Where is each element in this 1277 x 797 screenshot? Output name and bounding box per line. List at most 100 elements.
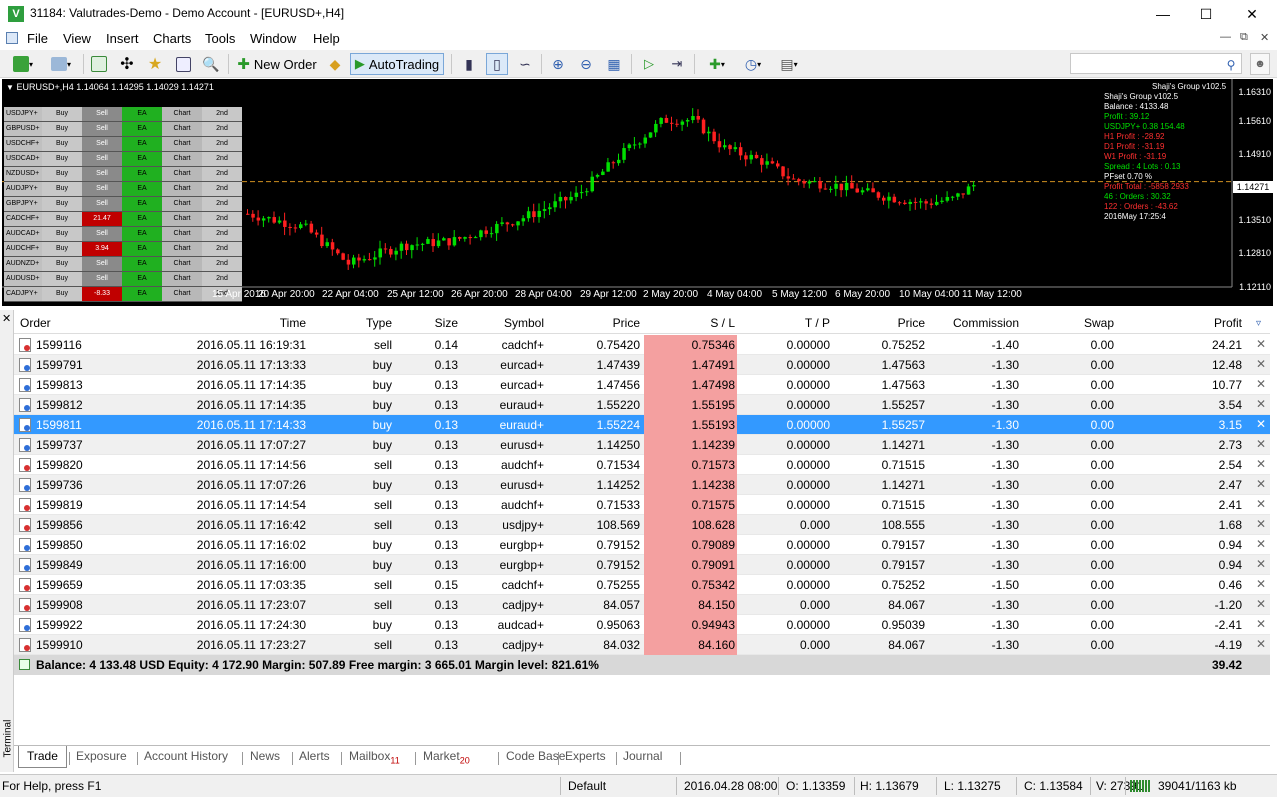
col-price[interactable]: Price (613, 316, 640, 330)
close-order-icon[interactable]: ✕ (1256, 397, 1266, 411)
pair-buy-button[interactable]: Buy (42, 272, 82, 286)
pair-2nd-button[interactable]: 2nd (202, 122, 242, 136)
pair-ea-button[interactable]: EA (122, 107, 162, 121)
pair-sell-button[interactable]: Sell (82, 182, 122, 196)
table-row[interactable]: 1599659 2016.05.11 17:03:35 sell 0.15 cadchf… (14, 575, 1270, 595)
pair-2nd-button[interactable]: 2nd (202, 212, 242, 226)
zoom-in-button[interactable]: ⊕ (547, 53, 569, 75)
pair-buy-button[interactable]: Buy (42, 152, 82, 166)
zoom-out-button[interactable]: ⊖ (575, 53, 597, 75)
pair-sell-button[interactable]: Sell (82, 107, 122, 121)
table-row[interactable]: 1599856 2016.05.11 17:16:42 sell 0.13 usdjpy… (14, 515, 1270, 535)
close-order-icon[interactable]: ✕ (1256, 557, 1266, 571)
line-chart-button[interactable]: ∽ (514, 53, 536, 75)
menu-insert[interactable]: Insert (106, 31, 139, 46)
pair-buy-button[interactable]: Buy (42, 137, 82, 151)
account-button[interactable]: ☻ (1250, 53, 1270, 75)
col-time[interactable]: Time (280, 316, 306, 330)
pair-chart-button[interactable]: Chart (162, 272, 202, 286)
pair-sell-button[interactable]: Sell (82, 257, 122, 271)
tab-experts[interactable]: Experts (565, 749, 606, 763)
candlestick-button[interactable]: ▯ (486, 53, 508, 75)
col-order[interactable]: Order (20, 316, 51, 330)
pair-buy-button[interactable]: Buy (42, 182, 82, 196)
table-row[interactable]: 1599849 2016.05.11 17:16:00 buy 0.13 eurgbp+… (14, 555, 1270, 575)
auto-scroll-button[interactable]: ▷ (638, 53, 660, 75)
pair-buy-button[interactable]: Buy (42, 212, 82, 226)
metaeditor-button[interactable]: ◆ (324, 53, 346, 75)
chart-window[interactable]: ▼ EURUSD+,H4 1.14064 1.14295 1.14029 1.1… (2, 79, 1273, 306)
pair-2nd-button[interactable]: 2nd (202, 197, 242, 211)
autotrading-button[interactable]: ▶ AutoTrading (350, 53, 444, 75)
menu-file[interactable]: File (27, 31, 48, 46)
pair-sell-button[interactable]: -8.33 (82, 287, 122, 301)
pair-ea-button[interactable]: EA (122, 167, 162, 181)
profiles-button[interactable]: ▾ (44, 53, 78, 75)
close-order-icon[interactable]: ✕ (1256, 337, 1266, 351)
close-order-icon[interactable]: ✕ (1256, 457, 1266, 471)
table-row[interactable]: 1599736 2016.05.11 17:07:26 buy 0.13 eurusd+… (14, 475, 1270, 495)
pair-chart-button[interactable]: Chart (162, 122, 202, 136)
search-input[interactable] (1070, 53, 1242, 74)
table-row[interactable]: 1599791 2016.05.11 17:13:33 buy 0.13 eurcad+… (14, 355, 1270, 375)
close-order-icon[interactable]: ✕ (1256, 637, 1266, 651)
close-order-icon[interactable]: ✕ (1256, 517, 1266, 531)
col-sl[interactable]: S / L (710, 316, 735, 330)
pair-ea-button[interactable]: EA (122, 212, 162, 226)
close-order-icon[interactable]: ✕ (1256, 477, 1266, 491)
pair-2nd-button[interactable]: 2nd (202, 107, 242, 121)
pair-sell-button[interactable]: Sell (82, 152, 122, 166)
tile-windows-button[interactable]: ▦ (603, 53, 625, 75)
tab-trade[interactable]: Trade (18, 746, 67, 768)
pair-chart-button[interactable]: Chart (162, 257, 202, 271)
pair-buy-button[interactable]: Buy (42, 167, 82, 181)
strategy-tester-button[interactable]: 🔍 (200, 53, 222, 75)
table-row[interactable]: 1599812 2016.05.11 17:14:35 buy 0.13 euraud+… (14, 395, 1270, 415)
menu-help[interactable]: Help (313, 31, 340, 46)
tab-account-history[interactable]: Account History (144, 749, 228, 763)
pair-chart-button[interactable]: Chart (162, 137, 202, 151)
pair-ea-button[interactable]: EA (122, 257, 162, 271)
pair-2nd-button[interactable]: 2nd (202, 137, 242, 151)
pair-ea-button[interactable]: EA (122, 272, 162, 286)
col-commission[interactable]: Commission (953, 316, 1019, 330)
close-order-icon[interactable]: ✕ (1256, 437, 1266, 451)
pair-2nd-button[interactable]: 2nd (202, 152, 242, 166)
navigator-button[interactable]: ★ (144, 53, 166, 75)
pair-sell-button[interactable]: Sell (82, 272, 122, 286)
close-order-icon[interactable]: ✕ (1256, 597, 1266, 611)
col-tp[interactable]: T / P (805, 316, 830, 330)
table-row[interactable]: 1599908 2016.05.11 17:23:07 sell 0.13 cadjpy… (14, 595, 1270, 615)
terminal-close-icon[interactable]: ✕ (2, 312, 11, 325)
pair-sell-button[interactable]: Sell (82, 227, 122, 241)
col-current-price[interactable]: Price (898, 316, 925, 330)
terminal-button[interactable] (172, 53, 194, 75)
table-row[interactable]: 1599116 2016.05.11 16:19:31 sell 0.14 cadchf… (14, 335, 1270, 355)
tab-exposure[interactable]: Exposure (76, 749, 127, 763)
pair-2nd-button[interactable]: 2nd (202, 182, 242, 196)
mdi-minimize-button[interactable]: — (1220, 31, 1231, 43)
maximize-button[interactable]: ☐ (1183, 0, 1229, 28)
pair-chart-button[interactable]: Chart (162, 197, 202, 211)
table-row[interactable]: 1599820 2016.05.11 17:14:56 sell 0.13 audchf… (14, 455, 1270, 475)
close-order-icon[interactable]: ✕ (1256, 537, 1266, 551)
col-swap[interactable]: Swap (1084, 316, 1114, 330)
table-row[interactable]: 1599850 2016.05.11 17:16:02 buy 0.13 eurgbp+… (14, 535, 1270, 555)
pair-2nd-button[interactable]: 2nd (202, 167, 242, 181)
pair-sell-button[interactable]: Sell (82, 137, 122, 151)
table-row[interactable]: 1599922 2016.05.11 17:24:30 buy 0.13 audcad+… (14, 615, 1270, 635)
pair-sell-button[interactable]: 21.47 (82, 212, 122, 226)
pair-ea-button[interactable]: EA (122, 152, 162, 166)
close-order-icon[interactable]: ✕ (1256, 497, 1266, 511)
pair-chart-button[interactable]: Chart (162, 227, 202, 241)
menu-charts[interactable]: Charts (153, 31, 191, 46)
tab-market[interactable]: Market20 (423, 749, 470, 765)
pair-sell-button[interactable]: Sell (82, 197, 122, 211)
pair-buy-button[interactable]: Buy (42, 197, 82, 211)
pair-chart-button[interactable]: Chart (162, 242, 202, 256)
pair-sell-button[interactable]: Sell (82, 122, 122, 136)
tab-code-base[interactable]: Code Base (506, 749, 565, 763)
pair-chart-button[interactable]: Chart (162, 152, 202, 166)
pair-chart-button[interactable]: Chart (162, 212, 202, 226)
col-profit[interactable]: Profit (1214, 316, 1242, 330)
